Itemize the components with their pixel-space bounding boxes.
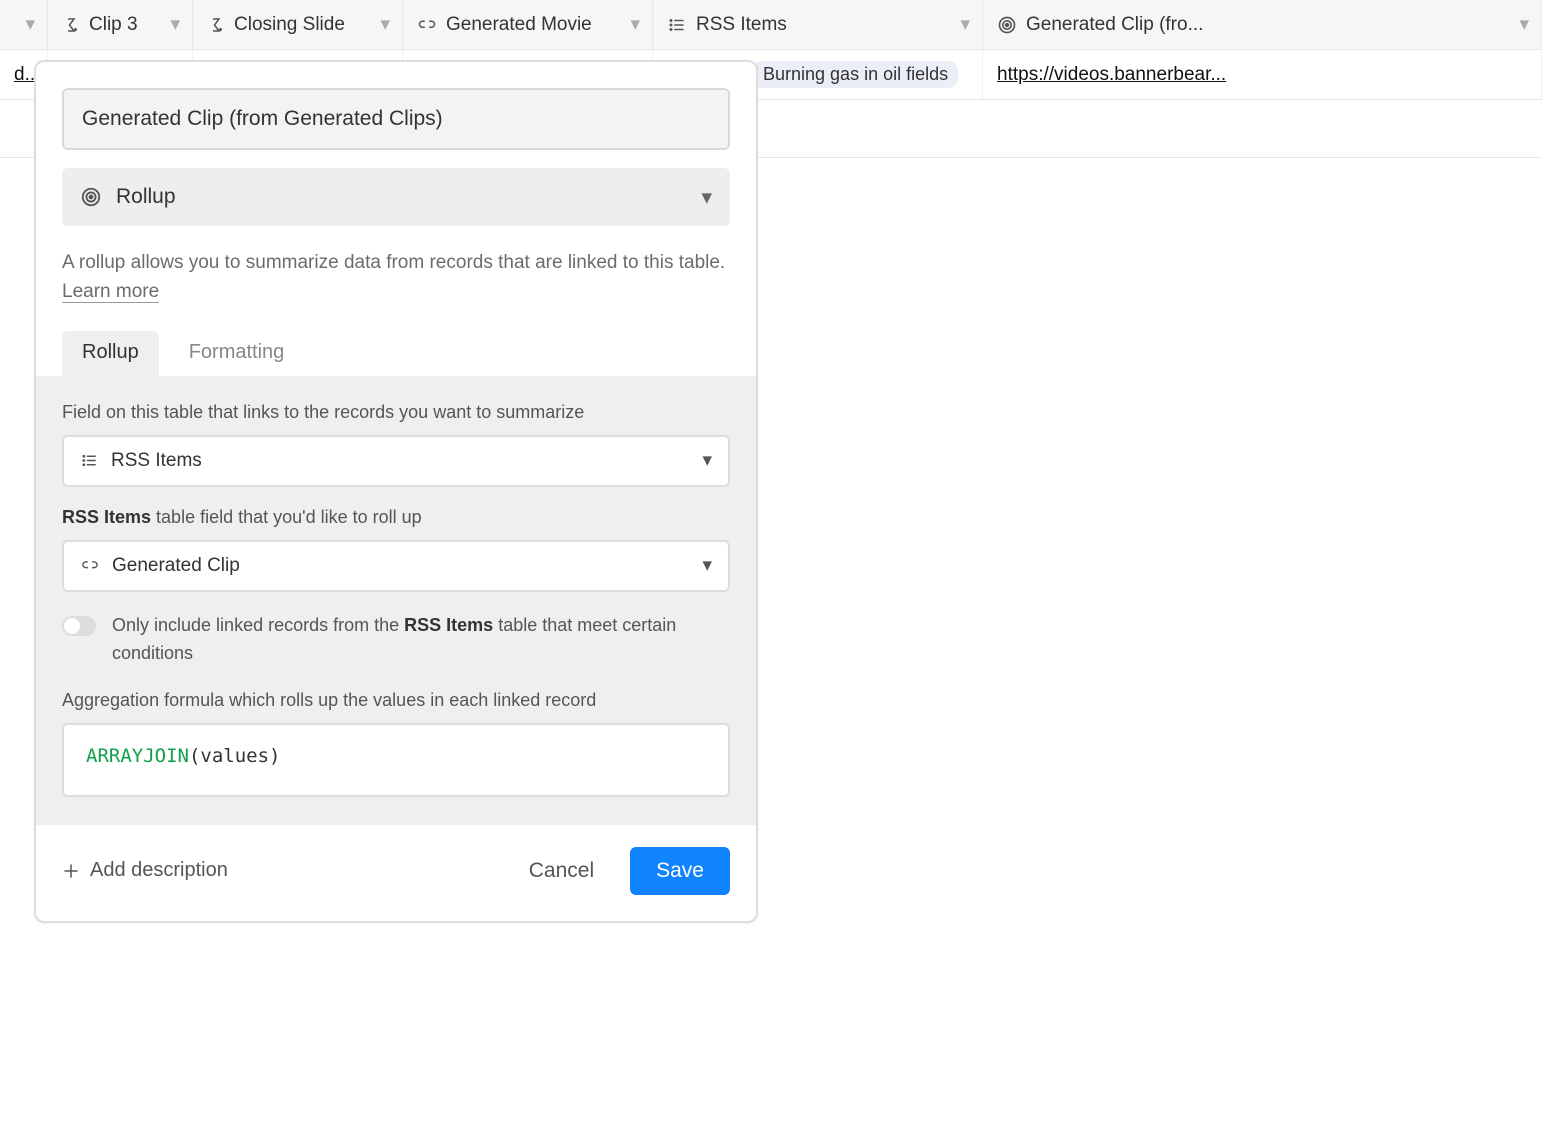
formula-fn: ARRAYJOIN	[86, 745, 189, 767]
column-label: Clip 3	[89, 14, 161, 36]
column-header-rss[interactable]: RSS Items ▾	[653, 0, 983, 49]
formula-arg: values	[200, 745, 269, 767]
conditions-toggle[interactable]	[62, 616, 96, 636]
desc-text: A rollup allows you to summarize data fr…	[62, 252, 725, 273]
tab-rollup[interactable]: Rollup	[62, 331, 159, 376]
formula-icon	[207, 16, 225, 34]
chevron-down-icon: ▾	[960, 13, 970, 36]
config-tabs: Rollup Formatting	[62, 331, 730, 376]
chevron-down-icon: ▾	[380, 13, 390, 36]
link-icon	[80, 557, 100, 574]
column-header-closing[interactable]: Closing Slide ▾	[193, 0, 403, 49]
field-type-description: A rollup allows you to summarize data fr…	[62, 248, 730, 307]
field-type-label: Rollup	[116, 185, 176, 209]
cell-genclip[interactable]: https://videos.bannerbear...	[983, 50, 1542, 99]
toggle-prefix: Only include linked records from the	[112, 615, 404, 635]
chevron-down-icon: ▾	[1519, 13, 1529, 36]
linked-record-pill[interactable]: Burning gas in oil fields	[753, 61, 958, 88]
save-button[interactable]: Save	[630, 847, 730, 895]
target-field-value: Generated Clip	[112, 555, 240, 577]
chevron-down-icon: ▾	[630, 13, 640, 36]
chevron-down-icon: ▾	[702, 554, 712, 577]
paren-open: (	[189, 745, 200, 767]
column-label: Closing Slide	[234, 14, 371, 36]
chevron-down-icon: ▾	[170, 13, 180, 36]
field-name-input[interactable]	[62, 88, 730, 150]
aggregation-label: Aggregation formula which rolls up the v…	[62, 690, 730, 711]
add-description-button[interactable]: Add description	[62, 859, 228, 882]
column-header-clip3[interactable]: Clip 3 ▾	[48, 0, 193, 49]
toggle-bold: RSS Items	[404, 615, 493, 635]
popover-footer: Add description Cancel Save	[36, 825, 756, 921]
rollup-icon	[80, 186, 102, 208]
field-config-popover: Rollup ▾ A rollup allows you to summariz…	[34, 60, 758, 923]
chevron-down-icon: ▾	[701, 185, 712, 210]
target-field-select[interactable]: Generated Clip ▾	[62, 540, 730, 592]
chevron-down-icon: ▾	[25, 13, 35, 36]
column-header-genmovie[interactable]: Generated Movie ▾	[403, 0, 653, 49]
learn-more-link[interactable]: Learn more	[62, 281, 159, 303]
list-icon	[80, 452, 99, 469]
column-label: RSS Items	[696, 14, 951, 36]
link-icon	[417, 16, 437, 34]
column-headers: ▾ Clip 3 ▾ Closing Slide ▾ Generated Mov…	[0, 0, 1542, 50]
target-field-bold: RSS Items	[62, 507, 151, 527]
list-icon	[667, 16, 687, 34]
add-description-label: Add description	[90, 859, 228, 882]
cancel-button[interactable]: Cancel	[511, 849, 612, 893]
conditions-toggle-row: Only include linked records from the RSS…	[62, 612, 730, 668]
rollup-tab-panel: Field on this table that links to the re…	[36, 376, 756, 825]
column-label: Generated Clip (fro...	[1026, 14, 1510, 36]
column-header-genclip[interactable]: Generated Clip (fro... ▾	[983, 0, 1542, 49]
plus-icon	[62, 862, 80, 880]
target-field-label: RSS Items table field that you'd like to…	[62, 507, 730, 528]
cell-url: https://videos.bannerbear...	[997, 64, 1226, 86]
paren-close: )	[269, 745, 280, 767]
field-type-select[interactable]: Rollup ▾	[62, 168, 730, 226]
column-header-prev[interactable]: ▾	[0, 0, 48, 49]
conditions-toggle-label: Only include linked records from the RSS…	[112, 612, 730, 668]
tab-formatting[interactable]: Formatting	[169, 331, 305, 376]
formula-icon	[62, 16, 80, 34]
link-field-label: Field on this table that links to the re…	[62, 402, 730, 423]
column-label: Generated Movie	[446, 14, 621, 36]
link-field-value: RSS Items	[111, 450, 202, 472]
aggregation-formula-input[interactable]: ARRAYJOIN(values)	[62, 723, 730, 797]
rollup-icon	[997, 15, 1017, 35]
target-field-rest: table field that you'd like to roll up	[151, 507, 422, 527]
chevron-down-icon: ▾	[702, 449, 712, 472]
link-field-select[interactable]: RSS Items ▾	[62, 435, 730, 487]
